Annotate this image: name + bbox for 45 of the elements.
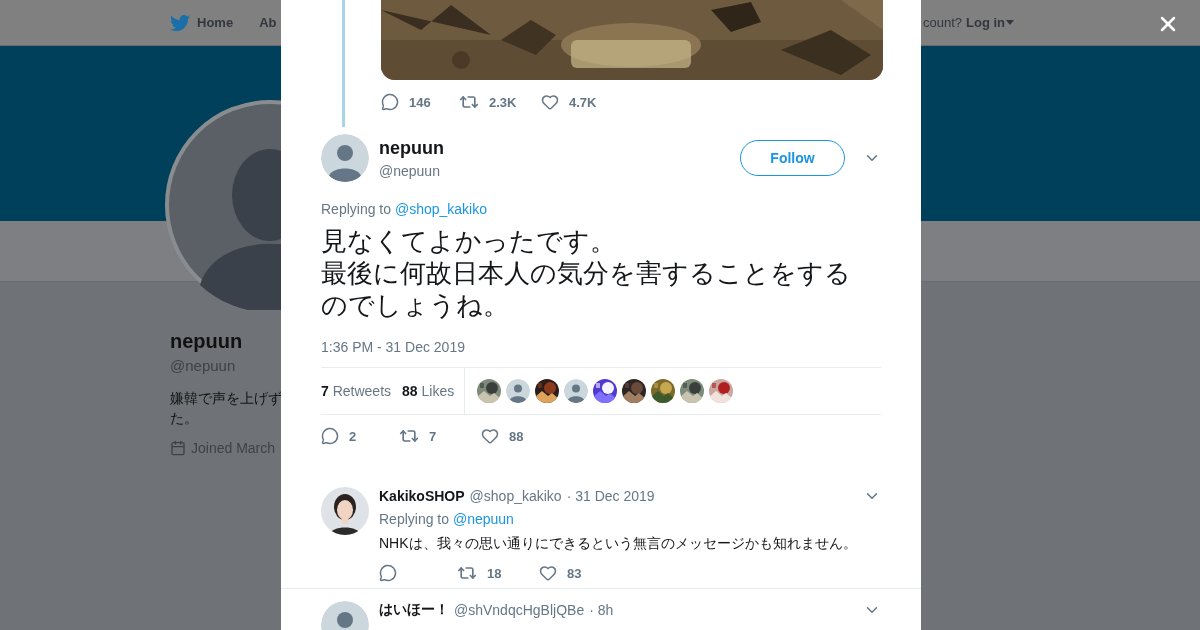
avatar-icon xyxy=(506,379,531,403)
heart-icon xyxy=(541,93,559,111)
profile-bio: 嫌韓で声を上げず xyxy=(170,389,281,408)
avatar-icon xyxy=(564,379,589,403)
reply-button[interactable]: 2 xyxy=(321,427,399,445)
follow-button[interactable]: Follow xyxy=(740,140,845,176)
retweet-button[interactable]: 18 xyxy=(457,563,539,583)
reply-icon xyxy=(321,427,339,445)
profile-name: nepuun xyxy=(170,330,244,353)
replying-to: Replying to @shop_kakiko xyxy=(321,201,488,217)
like-button[interactable]: 88 xyxy=(481,427,561,445)
bird-icon xyxy=(170,12,190,33)
heart-icon xyxy=(539,564,557,582)
mention-link[interactable]: @shop_kakiko xyxy=(394,201,487,217)
home-link[interactable]: Home xyxy=(170,12,234,33)
replying-to: Replying to @nepuun xyxy=(379,511,515,527)
user-handle: @nepuun xyxy=(379,162,441,179)
retweet-button[interactable]: 2.3K xyxy=(459,92,541,112)
retweet-button[interactable]: 7 xyxy=(399,426,481,446)
avatar-icon xyxy=(321,134,369,182)
like-button[interactable]: 4.7K xyxy=(541,93,621,111)
tweet-time: 1:36 PM - 31 Dec 2019 xyxy=(321,339,466,355)
retweet-count[interactable]: 7 Retweets xyxy=(321,383,392,399)
heart-icon xyxy=(481,427,499,445)
user-name: はいほー！ xyxy=(379,601,449,619)
login-link[interactable]: Log in xyxy=(966,15,1014,30)
about-link[interactable]: Ab xyxy=(259,15,277,30)
calendar-icon xyxy=(170,440,186,456)
tweet-text: NHKは、我々の思い通りにできるという無言のメッセージかも知れません。 xyxy=(379,535,858,553)
tweet-time: · 31 Dec 2019 xyxy=(566,488,655,504)
reply-icon xyxy=(379,564,397,582)
user-handle: @shVndqcHgBljQBe xyxy=(454,602,585,618)
caret-icon xyxy=(1006,20,1014,25)
like-count[interactable]: 88 Likes xyxy=(402,383,455,399)
account-prompt: count? xyxy=(922,15,962,30)
mention-link[interactable]: @nepuun xyxy=(452,511,514,527)
tweet-time: · 8h xyxy=(589,602,614,618)
user-handle: @shop_kakiko xyxy=(469,488,562,504)
like-button[interactable]: 83 xyxy=(539,564,619,582)
user-name: nepuun xyxy=(379,137,445,159)
tweet-text: 見なくてよかったです。 最後に何故日本人の気分を害することをする のでしょうね。 xyxy=(321,225,852,321)
profile-bio: た。 xyxy=(170,409,199,428)
user-name: KakikoSHOP xyxy=(379,488,465,504)
reply-button[interactable]: 146 xyxy=(381,93,459,111)
reply-icon xyxy=(381,93,399,111)
